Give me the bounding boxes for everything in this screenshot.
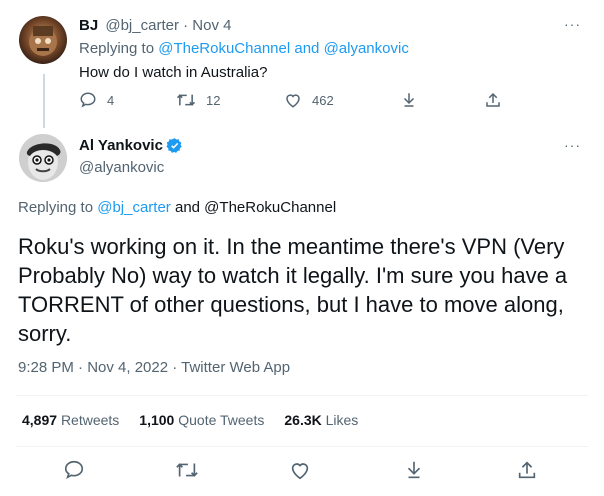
like-icon xyxy=(284,91,302,109)
replying-prefix: Replying to xyxy=(79,40,155,57)
replying-prefix: Replying to xyxy=(18,199,94,216)
likes-value: 26.3K xyxy=(284,412,322,428)
retweets-value: 4,897 xyxy=(22,412,58,428)
share-icon xyxy=(516,459,538,481)
reply-button[interactable]: 4 xyxy=(79,91,114,109)
tweet-text: Roku's working on it. In the meantime th… xyxy=(18,234,568,346)
author-name[interactable]: Al Yankovic xyxy=(79,137,163,154)
tweet-stats: 4,897 Retweets 1,100 Quote Tweets 26.3K … xyxy=(22,412,358,428)
download-button[interactable] xyxy=(403,459,425,481)
replying-and[interactable]: and xyxy=(294,40,319,57)
reply-icon xyxy=(79,91,97,109)
like-count: 462 xyxy=(312,92,334,108)
thread-line xyxy=(43,74,45,128)
share-icon xyxy=(484,91,502,109)
retweets-label: Retweets xyxy=(60,412,120,428)
parent-header: BJ @bj_carter · Nov 4 xyxy=(79,17,231,34)
likes-stat[interactable]: 26.3K Likes xyxy=(284,412,358,428)
main-replying-to: Replying to @bj_carter and @TheRokuChann… xyxy=(18,199,336,216)
author-name-row: Al Yankovic xyxy=(79,137,183,155)
retweet-icon xyxy=(176,91,196,109)
download-icon xyxy=(400,91,418,109)
reply-count: 4 xyxy=(107,92,115,108)
quotes-label: Quote Tweets xyxy=(178,412,265,428)
parent-handle-date[interactable]: @bj_carter · Nov 4 xyxy=(105,17,231,34)
more-icon[interactable]: ··· xyxy=(564,137,581,153)
retweets-stat[interactable]: 4,897 Retweets xyxy=(22,412,119,428)
retweet-count: 12 xyxy=(206,92,221,108)
verified-icon xyxy=(166,137,183,154)
reply-icon xyxy=(63,459,85,481)
like-button[interactable]: 462 xyxy=(284,91,334,109)
replying-user-link[interactable]: @alyankovic xyxy=(324,40,409,57)
download-icon xyxy=(403,459,425,481)
reply-button[interactable] xyxy=(63,459,85,481)
likes-label: Likes xyxy=(325,412,359,428)
quotes-value: 1,100 xyxy=(139,412,175,428)
author-handle[interactable]: @alyankovic xyxy=(79,159,164,176)
divider xyxy=(16,446,588,447)
quotes-stat[interactable]: 1,100 Quote Tweets xyxy=(139,412,264,428)
parent-avatar[interactable] xyxy=(19,16,67,64)
share-button[interactable] xyxy=(484,91,502,109)
download-button[interactable] xyxy=(400,91,418,109)
replying-user-link[interactable]: @bj_carter xyxy=(97,199,171,216)
parent-replying-to: Replying to @TheRokuChannel and @alyanko… xyxy=(79,40,409,57)
like-icon xyxy=(289,459,311,481)
retweet-button[interactable]: 12 xyxy=(176,91,220,109)
parent-author-name[interactable]: BJ xyxy=(79,17,98,34)
replying-user-link[interactable]: @TheRokuChannel xyxy=(158,40,290,57)
parent-tweet-text: How do I watch in Australia? xyxy=(79,64,268,81)
share-button[interactable] xyxy=(516,459,538,481)
retweet-button[interactable] xyxy=(175,459,199,481)
author-avatar[interactable] xyxy=(19,134,67,182)
more-icon[interactable]: ··· xyxy=(564,16,581,32)
retweet-icon xyxy=(175,459,199,481)
replying-rest[interactable]: and @TheRokuChannel xyxy=(175,199,336,216)
like-button[interactable] xyxy=(289,459,311,481)
divider xyxy=(16,395,588,396)
tweet-timestamp[interactable]: 9:28 PM · Nov 4, 2022 · Twitter Web App xyxy=(18,359,290,376)
